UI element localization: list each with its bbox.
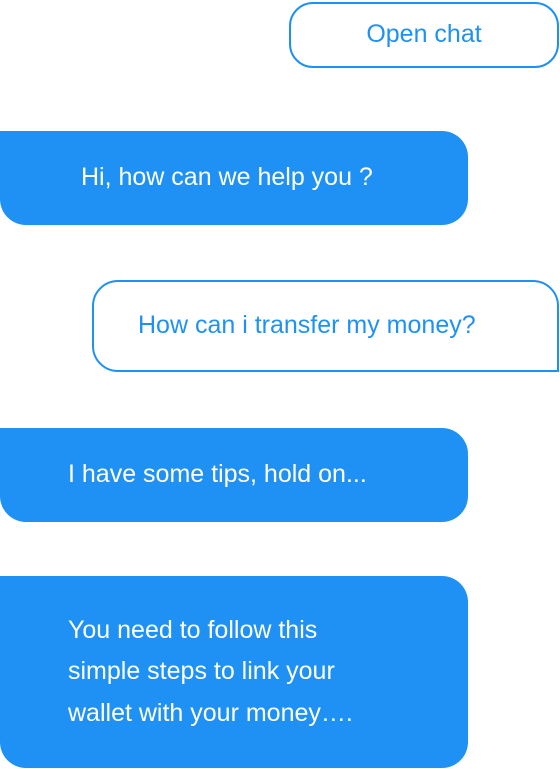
open-chat-label: Open chat: [366, 20, 482, 49]
agent-message-bubble: Hi, how can we help you ?: [0, 131, 468, 225]
message-text: You need to follow this simple steps to …: [68, 616, 353, 727]
message-text: I have some tips, hold on...: [68, 460, 367, 489]
agent-message-bubble: You need to follow this simple steps to …: [0, 576, 468, 768]
message-text: Hi, how can we help you ?: [81, 163, 373, 192]
message-text: How can i transfer my money?: [138, 311, 476, 340]
agent-message-bubble: I have some tips, hold on...: [0, 428, 468, 522]
user-message-bubble: How can i transfer my money?: [92, 280, 559, 372]
open-chat-button[interactable]: Open chat: [289, 2, 559, 68]
